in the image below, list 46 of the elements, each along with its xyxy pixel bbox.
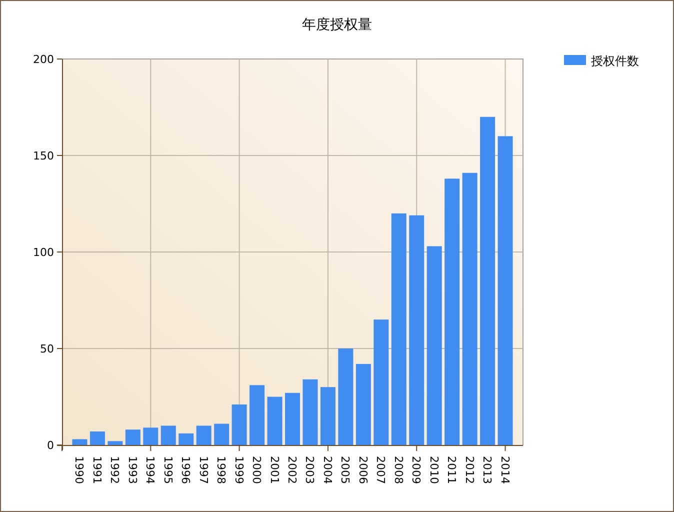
x-tick-label: 2008 [392,456,405,484]
bar [250,385,265,445]
x-tick-label: 2012 [462,456,476,484]
x-tick-label: 1996 [179,456,192,484]
x-tick-label: 1992 [108,456,122,484]
x-tick-label: 2009 [410,456,423,484]
bar [214,424,230,445]
x-tick-label: 1994 [144,456,157,484]
x-tick-label: 2001 [268,456,281,484]
bar [108,441,123,445]
x-tick-label: 2014 [498,456,512,484]
bar [143,428,158,445]
bar [320,387,336,445]
chart-title: 年度授权量 [302,17,372,33]
bar [232,404,247,445]
bar [267,396,282,445]
x-tick-label: 2004 [320,456,334,484]
y-tick-label: 100 [33,246,54,259]
x-tick-label: 1993 [126,456,139,484]
y-tick-label: 50 [40,342,54,356]
y-tick-label: 200 [33,53,54,66]
x-tick-label: 1990 [72,456,86,484]
x-tick-label: 2003 [303,456,316,484]
bar [196,426,212,445]
x-tick-label: 2002 [286,456,298,484]
bar [285,392,300,445]
x-tick-label: 2000 [250,456,264,484]
x-tick-label: 1999 [232,456,246,484]
x-tick-label: 2005 [338,456,352,484]
x-tick-label: 2006 [356,456,370,484]
x-tick-label: 1995 [161,456,174,484]
bar [160,426,176,445]
x-tick-label: 2013 [480,456,494,484]
bar [178,433,194,445]
bar [302,379,318,445]
x-tick-label: 1997 [196,456,210,484]
x-tick-label: 2007 [374,456,388,484]
y-tick-label: 150 [33,150,54,162]
x-tick-label: 1998 [214,456,228,484]
x-tick-label: 2010 [427,456,440,484]
bar [125,430,140,445]
bar [72,439,88,445]
x-tick-label: 2011 [445,456,458,484]
y-tick-label: 0 [47,439,54,452]
x-tick-label: 1991 [90,456,104,484]
legend-label: 授权件数 [591,54,639,68]
